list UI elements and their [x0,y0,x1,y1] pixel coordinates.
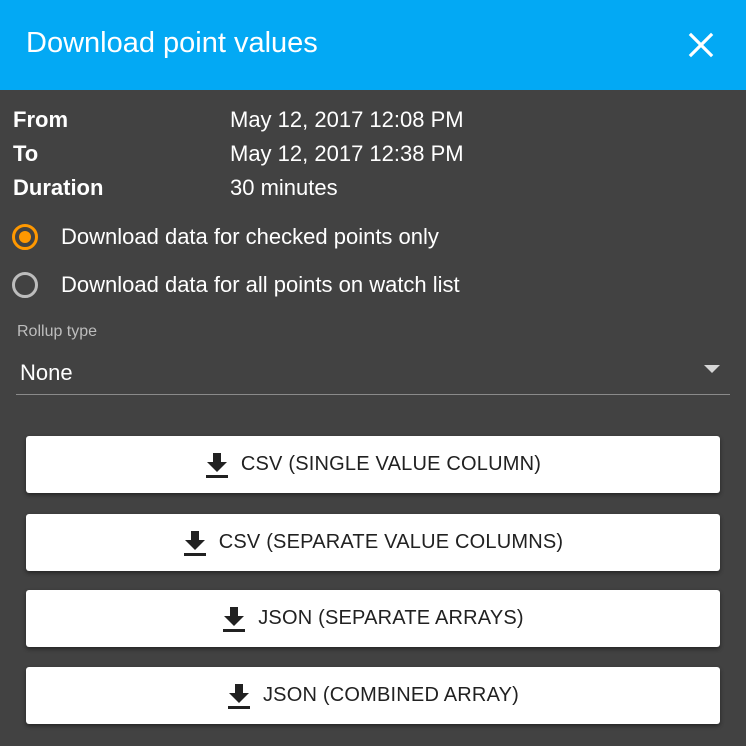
to-label: To [13,141,39,166]
duration-value: 30 minutes [230,175,338,200]
to-value: May 12, 2017 12:38 PM [230,141,464,166]
csv-separate-value-columns-button[interactable]: CSV (SEPARATE VALUE COLUMNS) [26,514,720,571]
radio-all-points[interactable]: Download data for all points on watch li… [12,270,632,304]
button-label: JSON (SEPARATE ARRAYS) [258,607,524,629]
button-label: CSV (SEPARATE VALUE COLUMNS) [218,531,564,553]
from-value: May 12, 2017 12:08 PM [230,107,464,132]
json-combined-array-button[interactable]: JSON (COMBINED ARRAY) [26,667,720,724]
download-icon [183,529,207,557]
radio-checked-points[interactable]: Download data for checked points only [12,222,632,256]
button-label: JSON (COMBINED ARRAY) [262,684,520,706]
from-label: From [13,107,68,132]
dialog-titlebar: Download point values [0,0,746,90]
radio-button-checked[interactable] [12,224,38,250]
download-dialog: Download point values From May 12, 2017 … [0,0,746,746]
dialog-title: Download point values [26,27,318,59]
dropdown-arrow-icon [704,365,720,373]
radio-button-unchecked[interactable] [12,272,38,298]
button-label: CSV (SINGLE VALUE COLUMN) [240,453,542,475]
radio-label-all-points: Download data for all points on watch li… [61,272,460,297]
download-icon [222,605,246,633]
radio-label-checked-points: Download data for checked points only [61,224,439,249]
download-icon [227,682,251,710]
close-button[interactable] [680,24,722,66]
csv-single-value-column-button[interactable]: CSV (SINGLE VALUE COLUMN) [26,436,720,493]
rollup-type-select[interactable]: None [16,352,730,395]
duration-label: Duration [13,175,104,200]
rollup-type-value: None [20,360,73,385]
close-icon [688,32,714,58]
download-icon [205,451,229,479]
json-separate-arrays-button[interactable]: JSON (SEPARATE ARRAYS) [26,590,720,647]
rollup-type-caption: Rollup type [17,323,98,340]
